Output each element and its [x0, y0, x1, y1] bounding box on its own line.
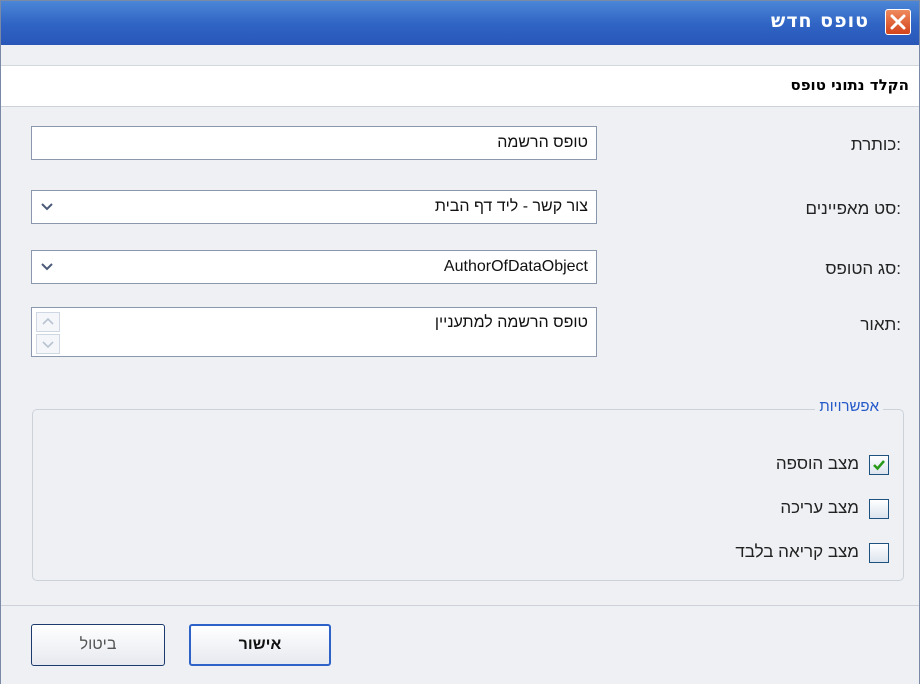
property-set-value: צור קשר - ליד דף הבית [434, 198, 588, 215]
scroll-down-button[interactable] [36, 334, 60, 354]
chevron-down-icon [41, 263, 53, 271]
chevron-up-icon [42, 317, 54, 325]
section-title: הקלד נתוני טופס [790, 76, 910, 94]
edit-mode-label: מצב עריכה [780, 498, 859, 517]
window-title: טופס חדש [770, 10, 869, 32]
dialog-footer: ביטול אישור [1, 605, 919, 684]
cancel-button[interactable]: ביטול [31, 624, 165, 666]
title-input-value: טופס הרשמה [497, 134, 588, 151]
close-button[interactable] [885, 9, 911, 35]
options-group: אפשרויות מצב הוספה מצב עריכה מצב קריאה ב… [32, 398, 904, 581]
edit-mode-checkbox[interactable] [869, 499, 889, 519]
add-mode-label: מצב הוספה [775, 454, 859, 473]
description-textarea[interactable]: טופס הרשמה למתעניין [31, 307, 597, 357]
ok-button[interactable]: אישור [189, 624, 331, 666]
form-type-value: AuthorOfDataObject [443, 258, 588, 275]
description-label: תאור: [860, 315, 901, 334]
new-form-dialog: טופס חדש הקלד נתוני טופס כותרת: טופס הרש… [0, 0, 920, 684]
checkmark-icon [873, 460, 885, 471]
read-only-label: מצב קריאה בלבד [735, 542, 859, 561]
chevron-down-icon [42, 341, 54, 349]
form-type-label: סג הטופס: [825, 259, 901, 278]
scroll-up-button[interactable] [36, 312, 60, 332]
close-icon [890, 14, 906, 30]
section-header: הקלד נתוני טופס [1, 65, 919, 107]
property-set-label: סט מאפיינים: [805, 199, 901, 218]
description-value: טופס הרשמה למתעניין [434, 314, 588, 331]
form-type-select[interactable]: AuthorOfDataObject [31, 250, 597, 284]
title-label: כותרת: [850, 135, 901, 154]
description-scrollbar[interactable] [36, 312, 60, 354]
chevron-down-icon [41, 203, 53, 211]
read-only-checkbox[interactable] [869, 543, 889, 563]
property-set-select[interactable]: צור קשר - ליד דף הבית [31, 190, 597, 224]
options-legend: אפשרויות [815, 398, 883, 415]
title-input[interactable]: טופס הרשמה [31, 126, 597, 160]
title-bar[interactable]: טופס חדש [1, 1, 919, 45]
add-mode-checkbox[interactable] [869, 455, 889, 475]
